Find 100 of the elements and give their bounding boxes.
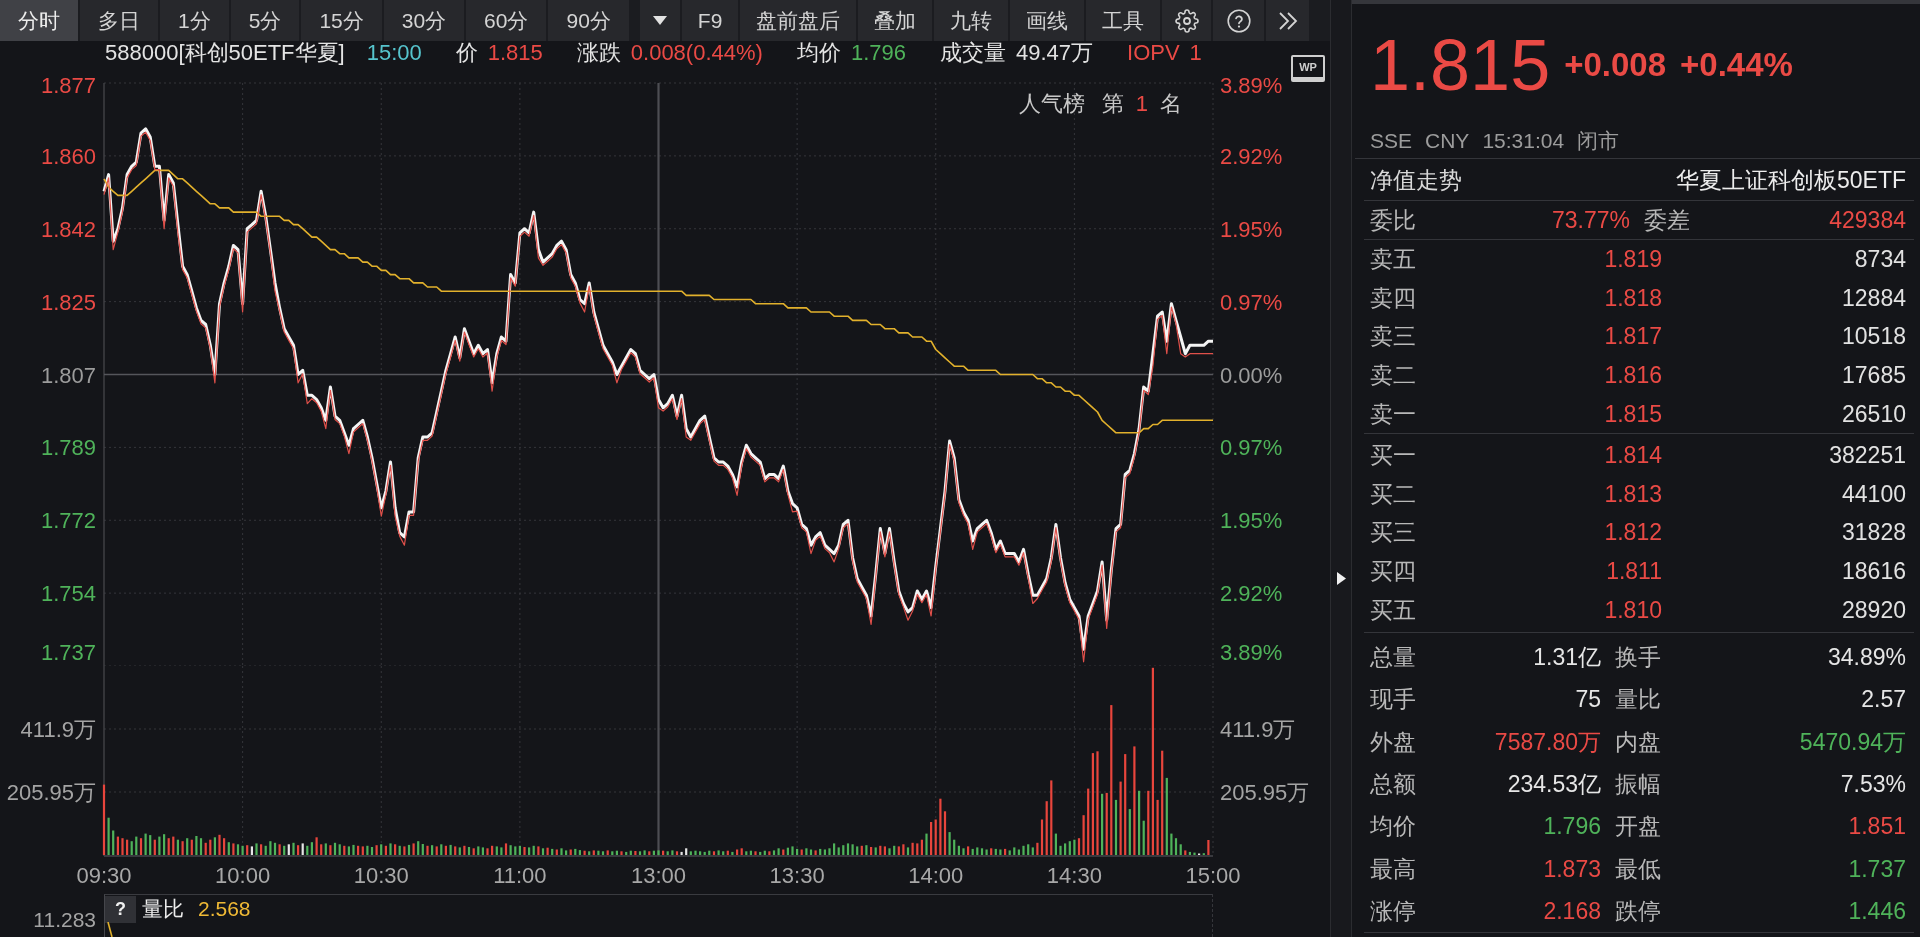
price-axis-label: 1.737: [40, 640, 96, 665]
percent-axis-label: 0.97%: [1220, 435, 1283, 461]
percent-axis-label: 0.97%: [1220, 289, 1283, 315]
field-value: 1: [1189, 41, 1202, 65]
volume-axis-label: 411.9万: [1220, 717, 1296, 742]
order-price: 1.816: [1603, 362, 1662, 389]
quote-time: 15:31:04: [1482, 128, 1565, 154]
order-price: 1.815: [1603, 400, 1662, 427]
order-price: 1.813: [1603, 480, 1662, 507]
stat-label: 换手: [1614, 644, 1662, 671]
time-axis-label: 15:00: [1185, 863, 1241, 888]
stat-value: 1.737: [1847, 855, 1906, 882]
percent-axis-label: 3.89%: [1220, 73, 1283, 98]
order-level-label: 卖一: [1370, 400, 1417, 427]
stat-label: 委比: [1370, 207, 1417, 233]
field-label: 均价: [796, 41, 841, 65]
stat-label: 总额: [1370, 770, 1417, 797]
last-price: 1.815: [1370, 29, 1551, 101]
volume-axis-label: 411.9万: [20, 717, 96, 742]
stat-value: 34.89%: [1827, 644, 1906, 671]
stat-label: 量比: [1614, 686, 1662, 713]
stat-label: 内盘: [1614, 728, 1662, 755]
price-axis-label: 1.860: [40, 143, 96, 169]
percent-axis-label: 2.92%: [1220, 581, 1283, 607]
time-axis-label: 13:30: [769, 863, 825, 888]
stat-value: 7.53%: [1839, 770, 1906, 797]
stat-label: 开盘: [1614, 813, 1662, 840]
order-volume: 382251: [1828, 442, 1906, 469]
stat-value: 2.57: [1860, 686, 1906, 713]
stat-label: 最低: [1614, 855, 1662, 882]
order-volume: 12884: [1841, 284, 1906, 311]
ratio-axis-label: 11.283: [33, 908, 96, 931]
stat-label: 均价: [1370, 813, 1417, 840]
stat-label: 现手: [1370, 686, 1417, 713]
order-level-label: 卖五: [1370, 246, 1417, 273]
field-value: 1.796: [850, 41, 906, 65]
field-value: 0.008(0.44%): [630, 41, 763, 65]
order-level-label: 买五: [1370, 596, 1417, 623]
field-label: 涨跌: [576, 41, 621, 65]
time-axis-label: 13:00: [630, 863, 687, 888]
time-axis-label: 09:30: [76, 863, 132, 888]
field-value: 49.47万: [1015, 41, 1093, 65]
volume-axis-label: 205.95万: [6, 780, 96, 805]
stat-label: 涨停: [1370, 897, 1417, 924]
price-axis-label: 1.842: [40, 216, 96, 242]
order-level-label: 买三: [1370, 519, 1417, 546]
order-volume: 28920: [1841, 596, 1906, 623]
order-volume: 18616: [1841, 558, 1906, 585]
order-price: 1.819: [1603, 246, 1662, 273]
symbol-label: 588000[科创50ETF华夏]: [105, 41, 345, 65]
price-change: +0.008: [1564, 47, 1667, 83]
order-volume: 26510: [1841, 400, 1906, 427]
price-axis-label: 1.754: [40, 581, 96, 607]
order-price: 1.817: [1603, 323, 1662, 350]
price-axis-label: 1.877: [40, 73, 96, 98]
price-axis-label: 1.825: [40, 289, 96, 315]
time-axis-label: 14:30: [1046, 863, 1102, 888]
currency-label: CNY: [1425, 128, 1470, 154]
order-volume: 31828: [1841, 519, 1906, 546]
percent-axis-label: 2.92%: [1220, 143, 1283, 169]
order-level-label: 卖四: [1370, 284, 1417, 311]
price-axis-label: 1.807: [40, 362, 96, 388]
order-volume: 44100: [1841, 480, 1906, 507]
order-price: 1.812: [1603, 519, 1662, 546]
stat-value: 234.53亿: [1506, 770, 1601, 797]
indicator-value: 2.568: [198, 897, 251, 921]
order-price: 1.811: [1605, 558, 1662, 585]
order-price: 1.814: [1603, 442, 1662, 469]
time-axis-label: 14:00: [908, 863, 964, 888]
stat-value: 2.168: [1542, 897, 1601, 924]
percent-axis-label: 1.95%: [1220, 508, 1283, 534]
order-volume: 17685: [1841, 362, 1906, 389]
field-label: IOPV: [1127, 41, 1180, 65]
rank-number: 1: [1135, 92, 1148, 116]
volume-axis-label: 205.95万: [1220, 780, 1310, 805]
price-axis-label: 1.772: [40, 508, 96, 534]
order-volume: 8734: [1853, 246, 1906, 273]
stat-value: 7587.80万: [1493, 728, 1601, 755]
field-label: 成交量: [939, 41, 1006, 65]
percent-axis-label: 1.95%: [1220, 216, 1283, 242]
time-axis-label: 10:00: [215, 863, 271, 888]
stat-label: 最高: [1370, 855, 1417, 882]
exchange-label: SSE: [1370, 128, 1413, 154]
time-axis-label: 10:30: [353, 863, 409, 888]
time-axis-label: 11:00: [493, 863, 547, 888]
order-level-label: 买二: [1370, 480, 1417, 507]
stat-value: 1.796: [1542, 813, 1601, 840]
rank-prefix: 第: [1101, 92, 1124, 116]
order-volume: 10518: [1841, 323, 1906, 350]
percent-axis-label: 0.00%: [1220, 362, 1283, 388]
change-percent: +0.44%: [1680, 47, 1793, 83]
stat-label: 外盘: [1370, 728, 1417, 755]
stat-value: 1.446: [1847, 897, 1906, 924]
stat-label: 跌停: [1614, 897, 1662, 924]
fund-name: 华夏上证科创板50ETF: [1675, 166, 1906, 193]
field-label: 价: [455, 41, 478, 65]
rank-suffix: 名: [1160, 92, 1182, 116]
indicator-label: 量比: [142, 896, 184, 922]
time-label: 15:00: [366, 41, 422, 65]
order-price: 1.818: [1603, 284, 1662, 311]
